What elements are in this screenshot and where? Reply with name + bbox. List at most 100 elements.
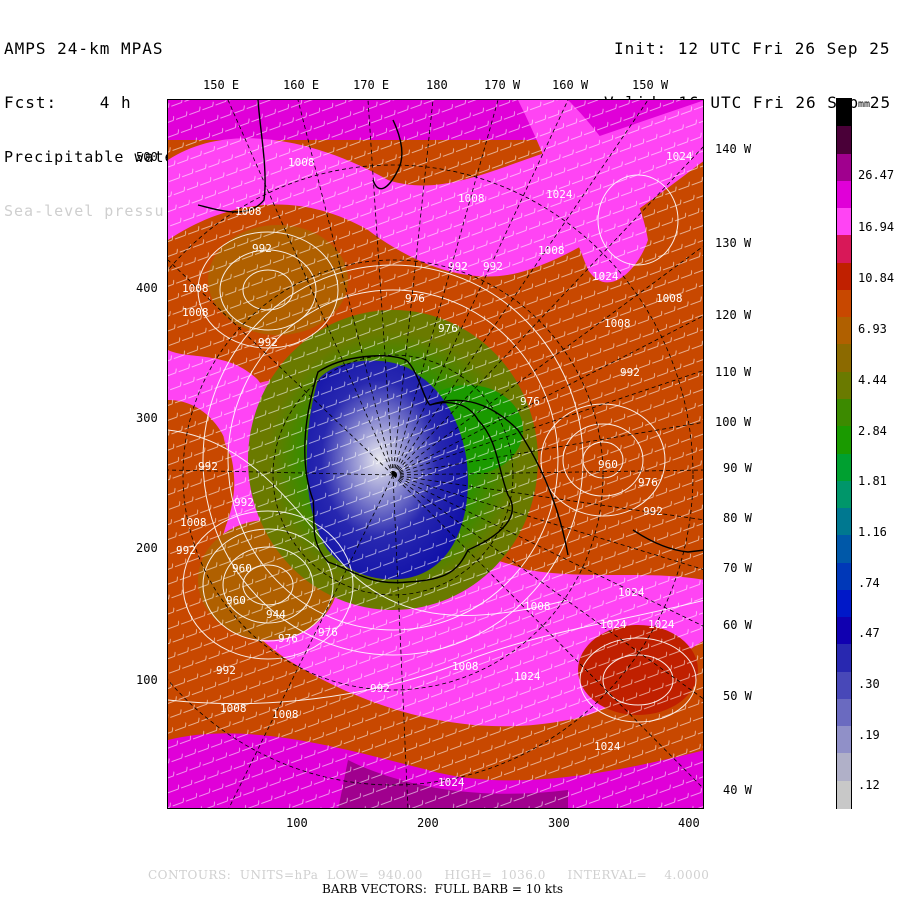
isobar-label: 992	[620, 366, 640, 379]
lon-label: 150 E	[203, 78, 240, 92]
colorbar-label: .47	[858, 626, 880, 640]
colorbar-swatch	[837, 235, 851, 264]
colorbar-swatch	[837, 644, 851, 673]
barb-info: BARB VECTORS: FULL BARB = 10 kts	[322, 882, 564, 896]
colorbar-label: 16.94	[858, 220, 895, 234]
isobar-label: 976	[520, 395, 540, 408]
isobar-label: 992	[483, 260, 503, 273]
isobar-label: 944	[266, 608, 286, 621]
colorbar-swatch	[837, 726, 851, 755]
isobar-label: 1008	[524, 600, 551, 613]
colorbar-swatch	[837, 99, 851, 127]
x-tick-label: 100	[286, 816, 308, 830]
lon-label: 140 W	[715, 142, 752, 156]
colorbar-swatch	[837, 780, 851, 809]
colorbar-swatch	[837, 398, 851, 427]
isobar-label: 976	[278, 632, 298, 645]
isobar-label: 1008	[452, 660, 479, 673]
isobar-label: 1024	[618, 586, 645, 599]
contour-info: CONTOURS: UNITS=hPa LOW= 940.00 HIGH= 10…	[148, 868, 710, 882]
isobar-label: 1024	[514, 670, 541, 683]
lon-label: 180	[426, 78, 448, 92]
isobar-label: 960	[226, 594, 246, 607]
colorbar-swatch	[837, 698, 851, 727]
colorbar-label: 1.81	[858, 474, 887, 488]
colorbar-swatch	[837, 480, 851, 509]
init-time: Init: 12 UTC Fri 26 Sep 25	[614, 39, 891, 58]
colorbar-label: .30	[858, 677, 880, 691]
colorbar-label: 26.47	[858, 168, 895, 182]
forecast-value: 4 h	[99, 93, 132, 112]
colorbar-swatch	[837, 262, 851, 291]
colorbar-label: .74	[858, 576, 880, 590]
isobar-label: 960	[232, 562, 252, 575]
x-tick-label: 400	[678, 816, 700, 830]
colorbar-swatch	[837, 426, 851, 455]
colorbar-swatch	[837, 208, 851, 237]
colorbar-swatch	[837, 344, 851, 373]
y-tick-label: 300	[136, 411, 158, 425]
isobar-label: 1024	[666, 150, 693, 163]
colorbar-swatch	[837, 371, 851, 400]
y-tick-label: 500	[136, 150, 158, 164]
lon-label: 150 W	[632, 78, 669, 92]
colorbar-swatch	[837, 562, 851, 591]
isobar-label: 1008	[235, 205, 262, 218]
colorbar-swatch	[837, 180, 851, 209]
isobar-label: 992	[198, 460, 218, 473]
isobar-label: 1024	[592, 270, 619, 283]
colorbar-swatch	[837, 617, 851, 646]
isobar-label: 992	[234, 496, 254, 509]
isobar-label: 1008	[182, 306, 209, 319]
isobar-label: 976	[638, 476, 658, 489]
colorbar-label: 10.84	[858, 271, 895, 285]
colorbar-swatch	[837, 535, 851, 564]
isobar-label: 1008	[288, 156, 315, 169]
colorbar-swatch	[837, 671, 851, 700]
y-tick-label: 400	[136, 281, 158, 295]
lon-label: 170 E	[353, 78, 390, 92]
isobar-label: 992	[252, 242, 272, 255]
model-title: AMPS 24-km MPAS	[4, 39, 164, 58]
forecast-label: Fcst:	[4, 93, 58, 112]
lon-label: 80 W	[723, 511, 752, 525]
colorbar-swatch	[837, 753, 851, 782]
map-panel: 1008 1008 992 992 1008 1008 992 976 1008…	[167, 99, 704, 809]
lon-label: 130 W	[715, 236, 752, 250]
colorbar-label: 1.16	[858, 525, 887, 539]
isobar-label: 976	[438, 322, 458, 335]
isobar-label: 992	[216, 664, 236, 677]
colorbar-label: 4.44	[858, 373, 887, 387]
isobar-label: 1024	[594, 740, 621, 753]
colorbar-label: 2.84	[858, 424, 887, 438]
colorbar-swatch	[837, 126, 851, 155]
isobar-label: 1008	[182, 282, 209, 295]
isobar-label: 1008	[458, 192, 485, 205]
colorbar-swatch	[837, 589, 851, 618]
isobar-label: 1024	[546, 188, 573, 201]
isobar-label: 976	[405, 292, 425, 305]
isobar-label: 976	[318, 626, 338, 639]
colorbar-label: 6.93	[858, 322, 887, 336]
colorbar-swatch	[837, 153, 851, 182]
colorbar-unit: mm	[858, 99, 871, 110]
lon-label: 160 W	[552, 78, 589, 92]
colorbar-label: .12	[858, 778, 880, 792]
isobar-label: 1008	[656, 292, 683, 305]
colorbar	[836, 98, 852, 809]
colorbar-swatch	[837, 317, 851, 346]
isobar-labels: 1008 1008 992 992 1008 1008 992 976 1008…	[168, 100, 703, 808]
isobar-label: 1008	[538, 244, 565, 257]
lon-label: 90 W	[723, 461, 752, 475]
isobar-label: 992	[258, 336, 278, 349]
lon-label: 50 W	[723, 689, 752, 703]
lon-label: 60 W	[723, 618, 752, 632]
colorbar-label: .19	[858, 728, 880, 742]
colorbar-swatch	[837, 508, 851, 537]
lon-label: 40 W	[723, 783, 752, 797]
lon-label: 160 E	[283, 78, 320, 92]
y-tick-label: 100	[136, 673, 158, 687]
isobar-label: 1008	[180, 516, 207, 529]
lon-label: 110 W	[715, 365, 752, 379]
isobar-label: 992	[370, 682, 390, 695]
